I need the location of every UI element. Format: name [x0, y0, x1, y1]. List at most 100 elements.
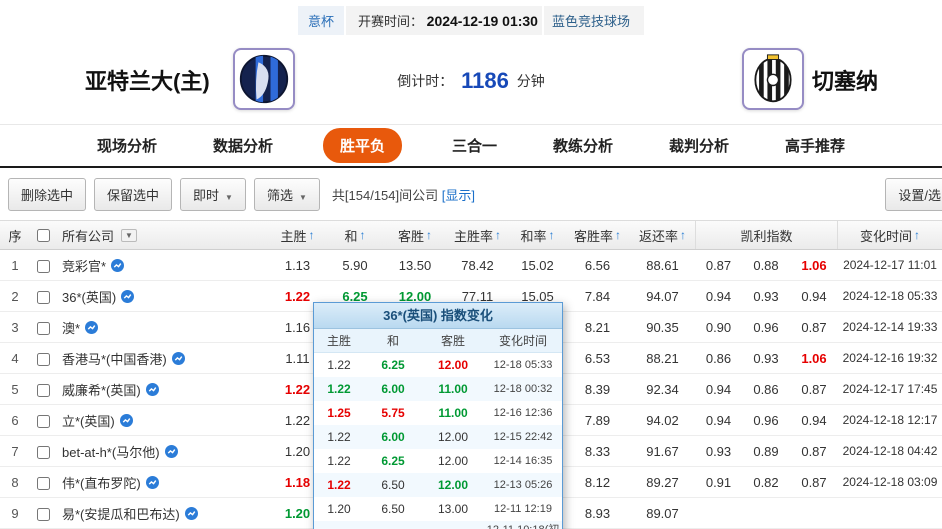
col-header-change-time[interactable]: 变化时间↑	[838, 221, 942, 249]
popup-away-odds: 12.00	[422, 358, 484, 372]
return-rate: 94.07	[630, 289, 695, 304]
popup-change-time: 12-11 12:19	[484, 503, 562, 515]
tab-referee-analysis[interactable]: 裁判分析	[663, 128, 735, 163]
company-name[interactable]: 威廉希*(英国)	[56, 380, 270, 399]
row-checkbox[interactable]	[37, 260, 50, 273]
away-win-rate: 7.89	[565, 413, 630, 428]
popup-home-odds: 1.22	[314, 430, 364, 444]
col-header-return-rate[interactable]: 返还率↑	[630, 221, 695, 249]
away-win-rate: 8.12	[565, 475, 630, 490]
sort-up-icon[interactable]: ↑	[426, 228, 432, 242]
row-select-cell	[30, 319, 56, 334]
row-checkbox[interactable]	[37, 353, 50, 366]
company-name[interactable]: 立*(英国)	[56, 411, 270, 430]
sort-up-icon[interactable]: ↑	[360, 228, 366, 242]
match-info-bar: 意杯 开赛时间： 2024-12-19 01:30 蓝色竞技球场	[0, 0, 942, 34]
settings-button[interactable]: 设置/选	[885, 178, 942, 211]
col-header-draw[interactable]: 和↑	[325, 221, 385, 249]
row-checkbox[interactable]	[37, 384, 50, 397]
col-header-draw-rate[interactable]: 和率↑	[510, 221, 565, 249]
popup-home-odds: 1.22	[314, 454, 364, 468]
row-checkbox[interactable]	[37, 322, 50, 335]
company-header-label: 所有公司	[62, 226, 114, 245]
company-trend-icon	[111, 259, 124, 272]
col-header-company[interactable]: 所有公司 ▼	[56, 221, 270, 249]
company-name[interactable]: 伟*(直布罗陀)	[56, 473, 270, 492]
tab-win-draw-loss[interactable]: 胜平负	[323, 128, 402, 163]
league-badge: 意杯	[298, 6, 344, 35]
company-name[interactable]: 36*(英国)	[56, 287, 270, 306]
keep-selected-button[interactable]: 保留选中	[94, 178, 172, 211]
company-name[interactable]: 易*(安提瓜和巴布达)	[56, 504, 270, 523]
company-name[interactable]: 竞彩官*	[56, 256, 270, 275]
popup-away-odds: 12.00	[422, 478, 484, 492]
row-select-cell	[30, 350, 56, 365]
company-trend-icon	[165, 445, 178, 458]
sort-up-icon[interactable]: ↑	[549, 228, 555, 242]
company-name[interactable]: 香港马*(中国香港)	[56, 349, 270, 368]
show-link[interactable]: [显示]	[442, 188, 475, 203]
col-header-home-rate[interactable]: 主胜率↑	[445, 221, 510, 249]
return-rate: 91.67	[630, 444, 695, 459]
popup-col-header-1: 和	[364, 332, 422, 349]
popup-change-time: 12-13 05:26	[484, 479, 562, 491]
time-filter-dropdown[interactable]: 即时▼	[180, 178, 246, 211]
kelly-index: 0.93	[695, 444, 742, 459]
row-checkbox[interactable]	[37, 415, 50, 428]
tab-expert-recommend[interactable]: 高手推荐	[779, 128, 851, 163]
row-checkbox[interactable]	[37, 446, 50, 459]
kelly-index: 0.82	[742, 475, 790, 490]
col-header-away-rate[interactable]: 客胜率↑	[565, 221, 630, 249]
sort-up-icon[interactable]: ↑	[680, 228, 686, 242]
away-win-odds[interactable]: 13.50	[385, 258, 445, 273]
home-win-odds[interactable]: 1.13	[270, 258, 325, 273]
select-all-checkbox[interactable]	[37, 229, 50, 242]
away-win-rate: 8.33	[565, 444, 630, 459]
company-name[interactable]: bet-at-h*(马尔他)	[56, 442, 270, 461]
row-checkbox[interactable]	[37, 477, 50, 490]
popup-draw-odds: 6.25	[364, 454, 422, 468]
cesena-crest-icon	[747, 53, 799, 105]
kelly-index: 0.87	[790, 382, 838, 397]
tab-three-in-one[interactable]: 三合一	[446, 128, 503, 163]
col-header-home-win[interactable]: 主胜↑	[270, 221, 325, 249]
home-win-rate: 78.42	[445, 258, 510, 273]
kelly-index: 1.06	[790, 258, 838, 273]
sort-up-icon[interactable]: ↑	[309, 228, 315, 242]
row-checkbox[interactable]	[37, 508, 50, 521]
company-trend-icon	[146, 476, 159, 489]
company-filter-icon[interactable]: ▼	[121, 229, 137, 242]
table-toolbar: 删除选中 保留选中 即时▼ 筛选▼ 共[154/154]间公司 [显示] 设置/…	[0, 168, 942, 220]
company-trend-icon	[146, 383, 159, 396]
row-checkbox[interactable]	[37, 291, 50, 304]
kickoff-label: 开赛时间：	[358, 14, 423, 29]
popup-body: 1.226.2512.0012-18 05:331.226.0011.0012-…	[314, 353, 562, 529]
change-time: 2024-12-18 12:17	[838, 413, 942, 427]
popup-change-time: 12-14 16:35	[484, 455, 562, 467]
sort-up-icon[interactable]: ↑	[615, 228, 621, 242]
kelly-index: 0.87	[790, 475, 838, 490]
row-index: 4	[0, 351, 30, 366]
delete-selected-button[interactable]: 删除选中	[8, 178, 86, 211]
popup-row: 1.226.0012.0012-15 22:42	[314, 425, 562, 449]
col-header-away-win[interactable]: 客胜↑	[385, 221, 445, 249]
kelly-index: 0.94	[695, 382, 742, 397]
popup-away-odds: 12.00	[422, 454, 484, 468]
draw-odds[interactable]: 5.90	[325, 258, 385, 273]
tab-live-analysis[interactable]: 现场分析	[91, 128, 163, 163]
sort-up-icon[interactable]: ↑	[914, 228, 920, 242]
popup-away-odds: 11.00	[422, 406, 484, 420]
kelly-index: 0.90	[695, 320, 742, 335]
kelly-index: 0.86	[695, 351, 742, 366]
kickoff-value: 2024-12-19 01:30	[427, 13, 538, 29]
popup-away-odds: 11.00	[422, 382, 484, 396]
tab-coach-analysis[interactable]: 教练分析	[547, 128, 619, 163]
company-name[interactable]: 澳*	[56, 318, 270, 337]
popup-home-odds: 1.22	[314, 478, 364, 492]
change-time: 2024-12-18 03:09	[838, 475, 942, 489]
popup-row: 1.206.5013.0012-11 12:19	[314, 497, 562, 521]
tab-data-analysis[interactable]: 数据分析	[207, 128, 279, 163]
sort-up-icon[interactable]: ↑	[495, 228, 501, 242]
popup-title: 36*(英国) 指数变化	[314, 303, 562, 329]
filter-dropdown[interactable]: 筛选▼	[254, 178, 320, 211]
